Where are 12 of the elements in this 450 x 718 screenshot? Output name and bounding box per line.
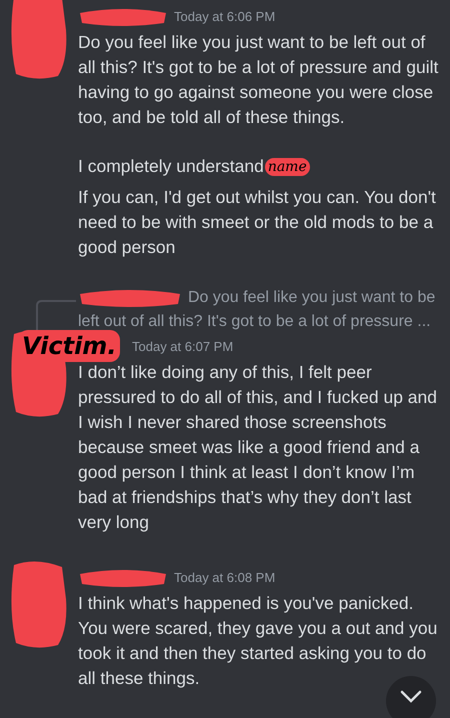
chevron-down-icon: [400, 690, 422, 704]
message-text: If you can, I'd get out whilst you can. You don't need to be with smeet or the old mods to be a good person: [78, 186, 437, 259]
timestamp: Today at 6:07 PM: [132, 338, 234, 356]
timestamp: Today at 6:08 PM: [174, 569, 276, 588]
message-text: I don’t like doing any of this, I felt peer pressured to do all of this, and I fucked up and I wish I never shared those screenshots because smeet was like a good friend and a good person I think at least I don’t know I’m bad at friendships that’s why they don’t last very long: [78, 361, 438, 534]
message-text: I completely understand: [78, 155, 264, 178]
reply-preview[interactable]: Do you feel like you just want to be: [188, 286, 436, 310]
timestamp: Today at 6:06 PM: [174, 8, 276, 26]
scroll-down-button[interactable]: [386, 676, 436, 718]
message-text: Do you feel like you just want to be left out of all this? It's got to be a lot of pressure and guilt having to go against someone you were close too, and be told all of these things.: [78, 31, 440, 129]
handwritten-annotation: name: [264, 158, 310, 176]
message-text: I think what's happened is you've panicked. You were scared, they gave you a out and you took it and then they started asking you to do all these things.: [78, 592, 438, 690]
